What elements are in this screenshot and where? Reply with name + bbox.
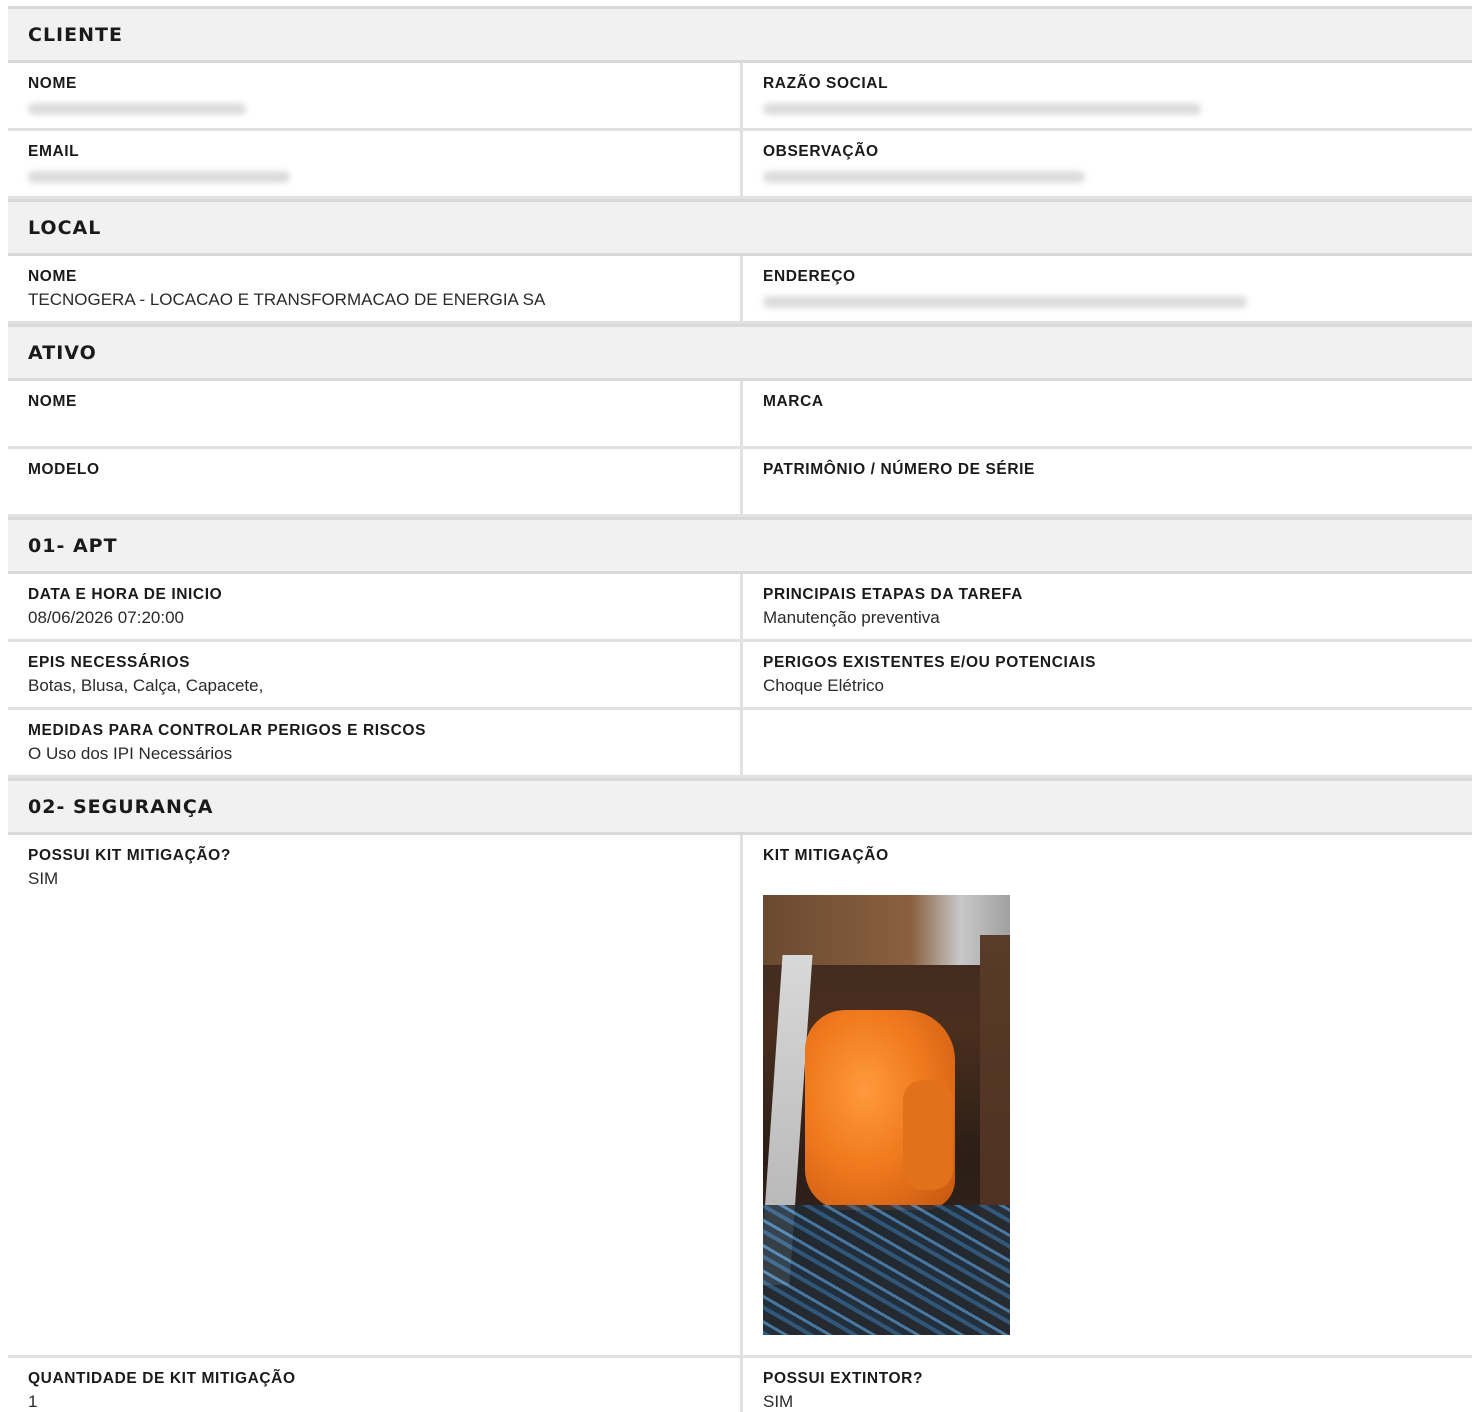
seguranca-row-2: QUANTIDADE DE KIT MITIGAÇÃO 1 POSSUI EXT… (8, 1358, 1472, 1412)
seguranca-quantidade-value: 1 (28, 1392, 38, 1411)
seguranca-extintor-label: POSSUI EXTINTOR? (763, 1370, 924, 1387)
apt-etapas-field: PRINCIPAIS ETAPAS DA TAREFA Manutenção p… (740, 574, 1472, 639)
ativo-nome-label: NOME (28, 393, 77, 410)
seguranca-quantidade-label: QUANTIDADE DE KIT MITIGAÇÃO (28, 1370, 296, 1387)
ativo-nome-field: NOME (8, 381, 740, 446)
apt-perigos-value: Choque Elétrico (763, 676, 884, 695)
ativo-row-1: NOME MARCA (8, 381, 1472, 449)
cliente-razao-redacted (763, 99, 1452, 119)
apt-medidas-value: O Uso dos IPI Necessários (28, 744, 233, 763)
apt-empty-field (740, 710, 1472, 775)
apt-data-field: DATA E HORA DE INICIO 08/06/2026 07:20:0… (8, 574, 740, 639)
ativo-modelo-field: MODELO (8, 449, 740, 514)
apt-epis-value: Botas, Blusa, Calça, Capacete, (28, 676, 264, 695)
apt-medidas-label: MEDIDAS PARA CONTROLAR PERIGOS E RISCOS (28, 722, 427, 739)
cliente-nome-label: NOME (28, 75, 77, 92)
apt-row-3: MEDIDAS PARA CONTROLAR PERIGOS E RISCOS … (8, 710, 1472, 778)
seguranca-row-1: POSSUI KIT MITIGAÇÃO? SIM KIT MITIGAÇÃO (8, 835, 1472, 1358)
cliente-row-2: EMAIL OBSERVAÇÃO (8, 131, 1472, 199)
ativo-modelo-label: MODELO (28, 461, 100, 478)
section-apt-title: 01- APT (8, 517, 1472, 574)
apt-epis-field: EPIS NECESSÁRIOS Botas, Blusa, Calça, Ca… (8, 642, 740, 707)
apt-data-label: DATA E HORA DE INICIO (28, 586, 223, 603)
ativo-row-2: MODELO PATRIMÔNIO / NÚMERO DE SÉRIE (8, 449, 1472, 517)
apt-etapas-label: PRINCIPAIS ETAPAS DA TAREFA (763, 586, 1023, 603)
apt-medidas-field: MEDIDAS PARA CONTROLAR PERIGOS E RISCOS … (8, 710, 740, 775)
cliente-razao-label: RAZÃO SOCIAL (763, 75, 889, 92)
apt-perigos-label: PERIGOS EXISTENTES E/OU POTENCIAIS (763, 654, 1097, 671)
section-ativo-title: ATIVO (8, 324, 1472, 381)
cliente-nome-redacted (28, 99, 720, 119)
local-endereco-redacted (763, 292, 1452, 312)
section-seguranca-title: 02- SEGURANÇA (8, 778, 1472, 835)
cliente-row-1: NOME RAZÃO SOCIAL (8, 63, 1472, 131)
report: CLIENTE NOME RAZÃO SOCIAL EMAIL OBSERVAÇ… (8, 6, 1472, 1412)
local-nome-label: NOME (28, 268, 77, 285)
ativo-marca-field: MARCA (740, 381, 1472, 446)
local-nome-field: NOME TECNOGERA - LOCACAO E TRANSFORMACAO… (8, 256, 740, 321)
cliente-email-field: EMAIL (8, 131, 740, 196)
local-row-1: NOME TECNOGERA - LOCACAO E TRANSFORMACAO… (8, 256, 1472, 324)
seguranca-possui-kit-value: SIM (28, 869, 59, 888)
apt-epis-label: EPIS NECESSÁRIOS (28, 654, 191, 671)
cliente-observacao-label: OBSERVAÇÃO (763, 143, 879, 160)
cliente-observacao-field: OBSERVAÇÃO (740, 131, 1472, 196)
ativo-patrimonio-label: PATRIMÔNIO / NÚMERO DE SÉRIE (763, 461, 1035, 478)
seguranca-extintor-value: SIM (763, 1392, 794, 1411)
local-endereco-field: ENDEREÇO (740, 256, 1472, 321)
seguranca-extintor-field: POSSUI EXTINTOR? SIM (740, 1358, 1472, 1412)
cliente-nome-field: NOME (8, 63, 740, 128)
apt-data-value: 08/06/2026 07:20:00 (28, 608, 184, 627)
ativo-marca-label: MARCA (763, 393, 824, 410)
apt-row-2: EPIS NECESSÁRIOS Botas, Blusa, Calça, Ca… (8, 642, 1472, 710)
section-local-title: LOCAL (8, 199, 1472, 256)
apt-row-1: DATA E HORA DE INICIO 08/06/2026 07:20:0… (8, 574, 1472, 642)
apt-etapas-value: Manutenção preventiva (763, 608, 940, 627)
seguranca-kit-field: KIT MITIGAÇÃO (740, 835, 1472, 1355)
cliente-razao-field: RAZÃO SOCIAL (740, 63, 1472, 128)
apt-perigos-field: PERIGOS EXISTENTES E/OU POTENCIAIS Choqu… (740, 642, 1472, 707)
seguranca-possui-kit-field: POSSUI KIT MITIGAÇÃO? SIM (8, 835, 740, 1355)
cliente-email-redacted (28, 167, 720, 187)
section-cliente-title: CLIENTE (8, 6, 1472, 63)
seguranca-kit-label: KIT MITIGAÇÃO (763, 847, 889, 864)
seguranca-quantidade-field: QUANTIDADE DE KIT MITIGAÇÃO 1 (8, 1358, 740, 1412)
local-endereco-label: ENDEREÇO (763, 268, 856, 285)
cliente-email-label: EMAIL (28, 143, 80, 160)
kit-mitigacao-photo[interactable] (763, 895, 1010, 1335)
cliente-observacao-redacted (763, 167, 1452, 187)
local-nome-value: TECNOGERA - LOCACAO E TRANSFORMACAO DE E… (28, 290, 546, 309)
seguranca-possui-kit-label: POSSUI KIT MITIGAÇÃO? (28, 847, 231, 864)
ativo-patrimonio-field: PATRIMÔNIO / NÚMERO DE SÉRIE (740, 449, 1472, 514)
